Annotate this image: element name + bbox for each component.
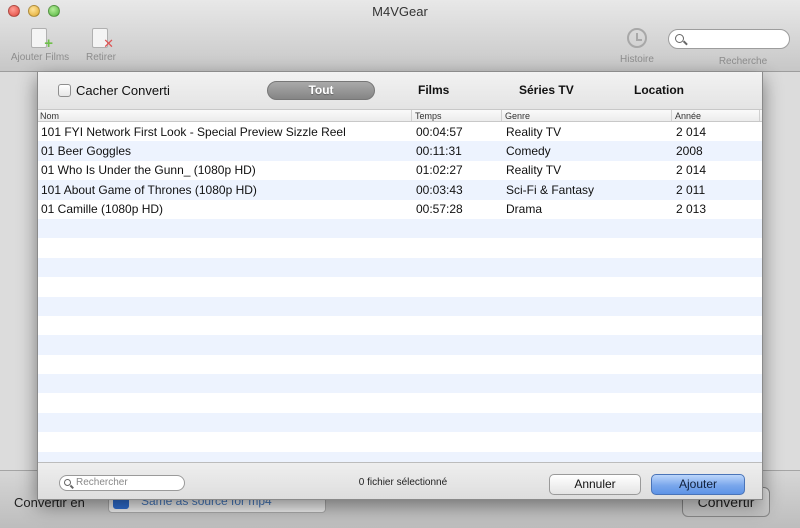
table-row[interactable] (38, 257, 762, 278)
search-icon (675, 34, 684, 43)
cell-name: 01 Beer Goggles (41, 144, 132, 159)
table-row[interactable]: 101 FYI Network First Look - Special Pre… (38, 122, 762, 142)
cell-name: 101 About Game of Thrones (1080p HD) (41, 182, 257, 197)
history-button[interactable]: Histoire (612, 26, 662, 65)
remove-label: Retirer (85, 52, 116, 63)
add-films-sheet: Cacher Converti Tout Films Séries TV Loc… (37, 72, 763, 500)
tab-tv-series[interactable]: Séries TV (519, 83, 574, 97)
toolbar-search: Recherche (668, 26, 790, 67)
table-row[interactable] (38, 315, 762, 336)
window-title: M4VGear (372, 4, 428, 19)
cell-year: 2 014 (676, 163, 707, 178)
table-body: 101 FYI Network First Look - Special Pre… (38, 122, 762, 462)
hide-converted-checkbox[interactable]: Cacher Converti (58, 83, 170, 98)
table-header: Nom Temps Genre Année (38, 110, 762, 122)
table-row[interactable] (38, 393, 762, 413)
search-icon (64, 479, 71, 486)
tab-rentals[interactable]: Location (634, 83, 684, 97)
title-bar: M4VGear + Ajouter Films ✕ Retirer Histoi… (0, 0, 800, 72)
table-row[interactable]: 01 Beer Goggles 00:11:31 Comedy 2008 (38, 141, 762, 161)
cell-year: 2 013 (676, 202, 707, 217)
cell-genre: Comedy (506, 144, 551, 159)
toolbar-search-input[interactable] (668, 29, 790, 49)
clock-icon (624, 28, 650, 52)
hide-converted-label: Cacher Converti (76, 83, 170, 98)
add-file-icon: + (27, 26, 53, 51)
cell-year: 2 014 (676, 124, 707, 139)
history-label: Histoire (620, 54, 654, 65)
selection-status: 0 fichier sélectionné (358, 477, 448, 488)
cell-genre: Sci-Fi & Fantasy (506, 182, 595, 197)
table-row[interactable] (38, 296, 762, 316)
table-row[interactable] (38, 412, 762, 433)
cell-time: 01:02:27 (416, 163, 463, 178)
cell-time: 00:04:57 (416, 124, 463, 139)
table-row[interactable] (38, 354, 762, 375)
search-label: Recherche (718, 56, 768, 67)
cell-year: 2008 (676, 144, 703, 159)
list-search-placeholder: Rechercher (76, 477, 128, 488)
table-row[interactable]: 101 About Game of Thrones (1080p HD) 00:0… (38, 180, 762, 200)
cell-year: 2 011 (676, 182, 706, 197)
table-row[interactable]: 01 Camille (1080p HD) 00:57:28 Drama 2 013 (38, 199, 762, 219)
table-row[interactable] (38, 432, 762, 452)
cell-genre: Reality TV (506, 163, 562, 178)
remove-button[interactable]: ✕ Retirer (78, 26, 124, 63)
column-header-time[interactable]: Temps (412, 110, 502, 121)
add-films-label: Ajouter Films (10, 52, 70, 63)
filter-bar: Cacher Converti Tout Films Séries TV Loc… (38, 72, 762, 110)
list-search-input[interactable]: Rechercher (59, 475, 185, 491)
checkbox-box[interactable] (58, 84, 71, 97)
column-header-genre[interactable]: Genre (502, 110, 672, 121)
table-row[interactable]: 01 Who Is Under the Gunn_ (1080p HD) 01:0… (38, 160, 762, 181)
cell-name: 01 Camille (1080p HD) (41, 202, 164, 217)
tab-films[interactable]: Films (418, 83, 449, 97)
add-films-button[interactable]: + Ajouter Films (6, 26, 74, 63)
cell-genre: Drama (506, 202, 543, 217)
table-row[interactable] (38, 335, 762, 355)
tab-all[interactable]: Tout (267, 81, 375, 100)
cancel-button[interactable]: Annuler (549, 474, 641, 495)
cell-genre: Reality TV (506, 124, 562, 139)
cell-name: 01 Who Is Under the Gunn_ (1080p HD) (41, 163, 256, 178)
cell-time: 00:11:31 (416, 144, 462, 159)
add-button[interactable]: Ajouter (651, 474, 745, 495)
column-header-name[interactable]: Nom (38, 110, 412, 121)
table-row[interactable] (38, 277, 762, 297)
table-row[interactable] (38, 374, 762, 394)
cell-time: 00:03:43 (416, 182, 463, 197)
remove-file-icon: ✕ (88, 26, 114, 50)
column-header-year[interactable]: Année (672, 110, 760, 121)
sheet-footer: Rechercher 0 fichier sélectionné Annuler… (38, 462, 762, 499)
table-row[interactable] (38, 451, 762, 462)
table-row[interactable] (38, 218, 762, 239)
table-row[interactable] (38, 238, 762, 258)
cell-name: 101 FYI Network First Look - Special Pre… (41, 124, 346, 139)
cell-time: 00:57:28 (416, 202, 463, 217)
media-table: Nom Temps Genre Année 101 FYI Network Fi… (38, 110, 762, 462)
